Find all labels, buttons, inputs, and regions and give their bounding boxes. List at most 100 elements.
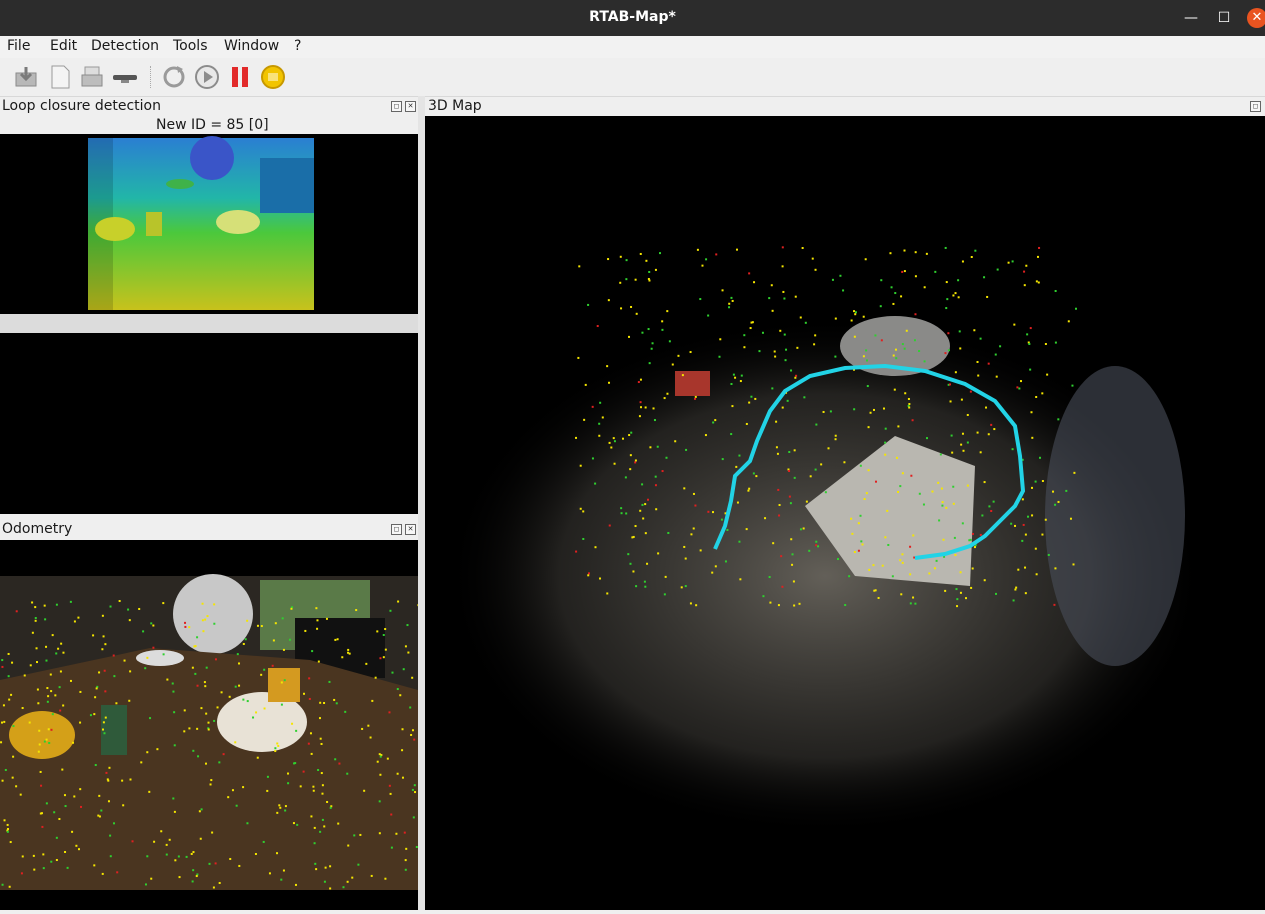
feature-point xyxy=(728,306,731,309)
feature-point xyxy=(316,619,319,622)
menu-tools[interactable]: Tools xyxy=(173,38,208,54)
feature-point xyxy=(146,751,149,754)
camera-icon[interactable] xyxy=(112,64,138,90)
feature-point xyxy=(718,355,721,358)
feature-point xyxy=(1028,343,1031,346)
close-panel-icon[interactable]: ✕ xyxy=(405,524,416,535)
feature-point xyxy=(784,359,787,362)
menu-help[interactable]: ? xyxy=(294,38,301,54)
feature-point xyxy=(216,706,219,709)
float-panel-icon[interactable]: ◻ xyxy=(391,524,402,535)
feature-point xyxy=(923,360,926,363)
minimize-button[interactable]: — xyxy=(1180,7,1202,29)
feature-point xyxy=(891,575,894,578)
refresh-icon[interactable] xyxy=(161,64,187,90)
feature-point xyxy=(75,844,78,847)
feature-point xyxy=(336,638,339,641)
menu-window[interactable]: Window xyxy=(224,38,279,54)
feature-point xyxy=(732,373,735,376)
feature-point xyxy=(637,381,640,384)
feature-point xyxy=(666,310,669,313)
feature-point xyxy=(867,426,870,429)
feature-point xyxy=(890,286,893,289)
feature-point xyxy=(861,543,864,546)
pause-icon[interactable] xyxy=(227,64,253,90)
feature-point xyxy=(220,691,223,694)
map3d-title: 3D Map xyxy=(428,98,482,114)
new-icon[interactable] xyxy=(47,64,73,90)
feature-point xyxy=(1015,586,1018,589)
maximize-button[interactable]: ☐ xyxy=(1213,7,1235,29)
feature-point xyxy=(730,433,733,436)
feature-point xyxy=(213,622,216,625)
vertical-splitter[interactable] xyxy=(418,96,425,910)
close-button[interactable]: ✕ xyxy=(1247,8,1265,28)
feature-point xyxy=(414,791,417,794)
feature-point xyxy=(406,624,409,627)
feature-point xyxy=(386,757,389,760)
feature-point xyxy=(625,512,628,515)
feature-point xyxy=(860,540,863,543)
feature-point xyxy=(711,571,714,574)
loop-closure-image-view xyxy=(0,134,418,314)
feature-point xyxy=(43,740,46,743)
feature-point xyxy=(854,311,857,314)
feature-point xyxy=(628,335,631,338)
feature-point xyxy=(8,885,11,888)
feature-point xyxy=(382,634,385,637)
float-panel-icon[interactable]: ◻ xyxy=(391,101,402,112)
feature-point xyxy=(7,675,10,678)
feature-point xyxy=(102,721,105,724)
feature-point xyxy=(323,880,326,883)
feature-point xyxy=(648,362,651,365)
feature-point xyxy=(369,736,372,739)
feature-point xyxy=(255,711,258,714)
feature-point xyxy=(645,259,648,262)
menu-file[interactable]: File xyxy=(7,38,30,54)
feature-point xyxy=(750,321,753,324)
feature-point xyxy=(1071,384,1074,387)
menu-edit[interactable]: Edit xyxy=(50,38,77,54)
feature-point xyxy=(103,732,106,735)
feature-point xyxy=(954,553,957,556)
feature-point xyxy=(409,706,412,709)
feature-point xyxy=(308,677,311,680)
close-panel-icon[interactable]: ✕ xyxy=(405,101,416,112)
feature-point xyxy=(1020,380,1023,383)
map3d-view[interactable] xyxy=(425,116,1265,910)
feature-point xyxy=(641,331,644,334)
feature-point xyxy=(333,698,336,701)
feature-point xyxy=(900,593,903,596)
feature-point xyxy=(634,525,637,528)
feature-point xyxy=(739,578,742,581)
feature-point xyxy=(705,258,708,261)
feature-point xyxy=(918,350,921,353)
menu-detection[interactable]: Detection xyxy=(91,38,159,54)
float-panel-icon[interactable]: ◻ xyxy=(1250,101,1261,112)
play-icon[interactable] xyxy=(194,64,220,90)
feature-point xyxy=(582,510,585,513)
feature-point xyxy=(229,857,232,860)
stop-icon[interactable] xyxy=(260,64,286,90)
feature-point xyxy=(113,675,116,678)
feature-point xyxy=(958,330,961,333)
feature-point xyxy=(872,564,875,567)
save-icon[interactable] xyxy=(13,64,39,90)
feature-point xyxy=(771,309,774,312)
feature-point xyxy=(351,876,354,879)
open-icon[interactable] xyxy=(79,64,105,90)
feature-point xyxy=(184,625,187,628)
new-id-label: New ID = 85 [0] xyxy=(156,117,269,133)
feature-point xyxy=(880,279,883,282)
feature-point xyxy=(777,604,780,607)
feature-point xyxy=(280,681,283,684)
feature-point xyxy=(694,504,697,507)
feature-point xyxy=(238,864,241,867)
feature-point xyxy=(128,699,131,702)
feature-point xyxy=(19,793,22,796)
feature-point xyxy=(634,461,637,464)
feature-point xyxy=(964,597,967,600)
feature-point xyxy=(976,431,979,434)
feature-point xyxy=(873,589,876,592)
feature-point xyxy=(347,844,350,847)
